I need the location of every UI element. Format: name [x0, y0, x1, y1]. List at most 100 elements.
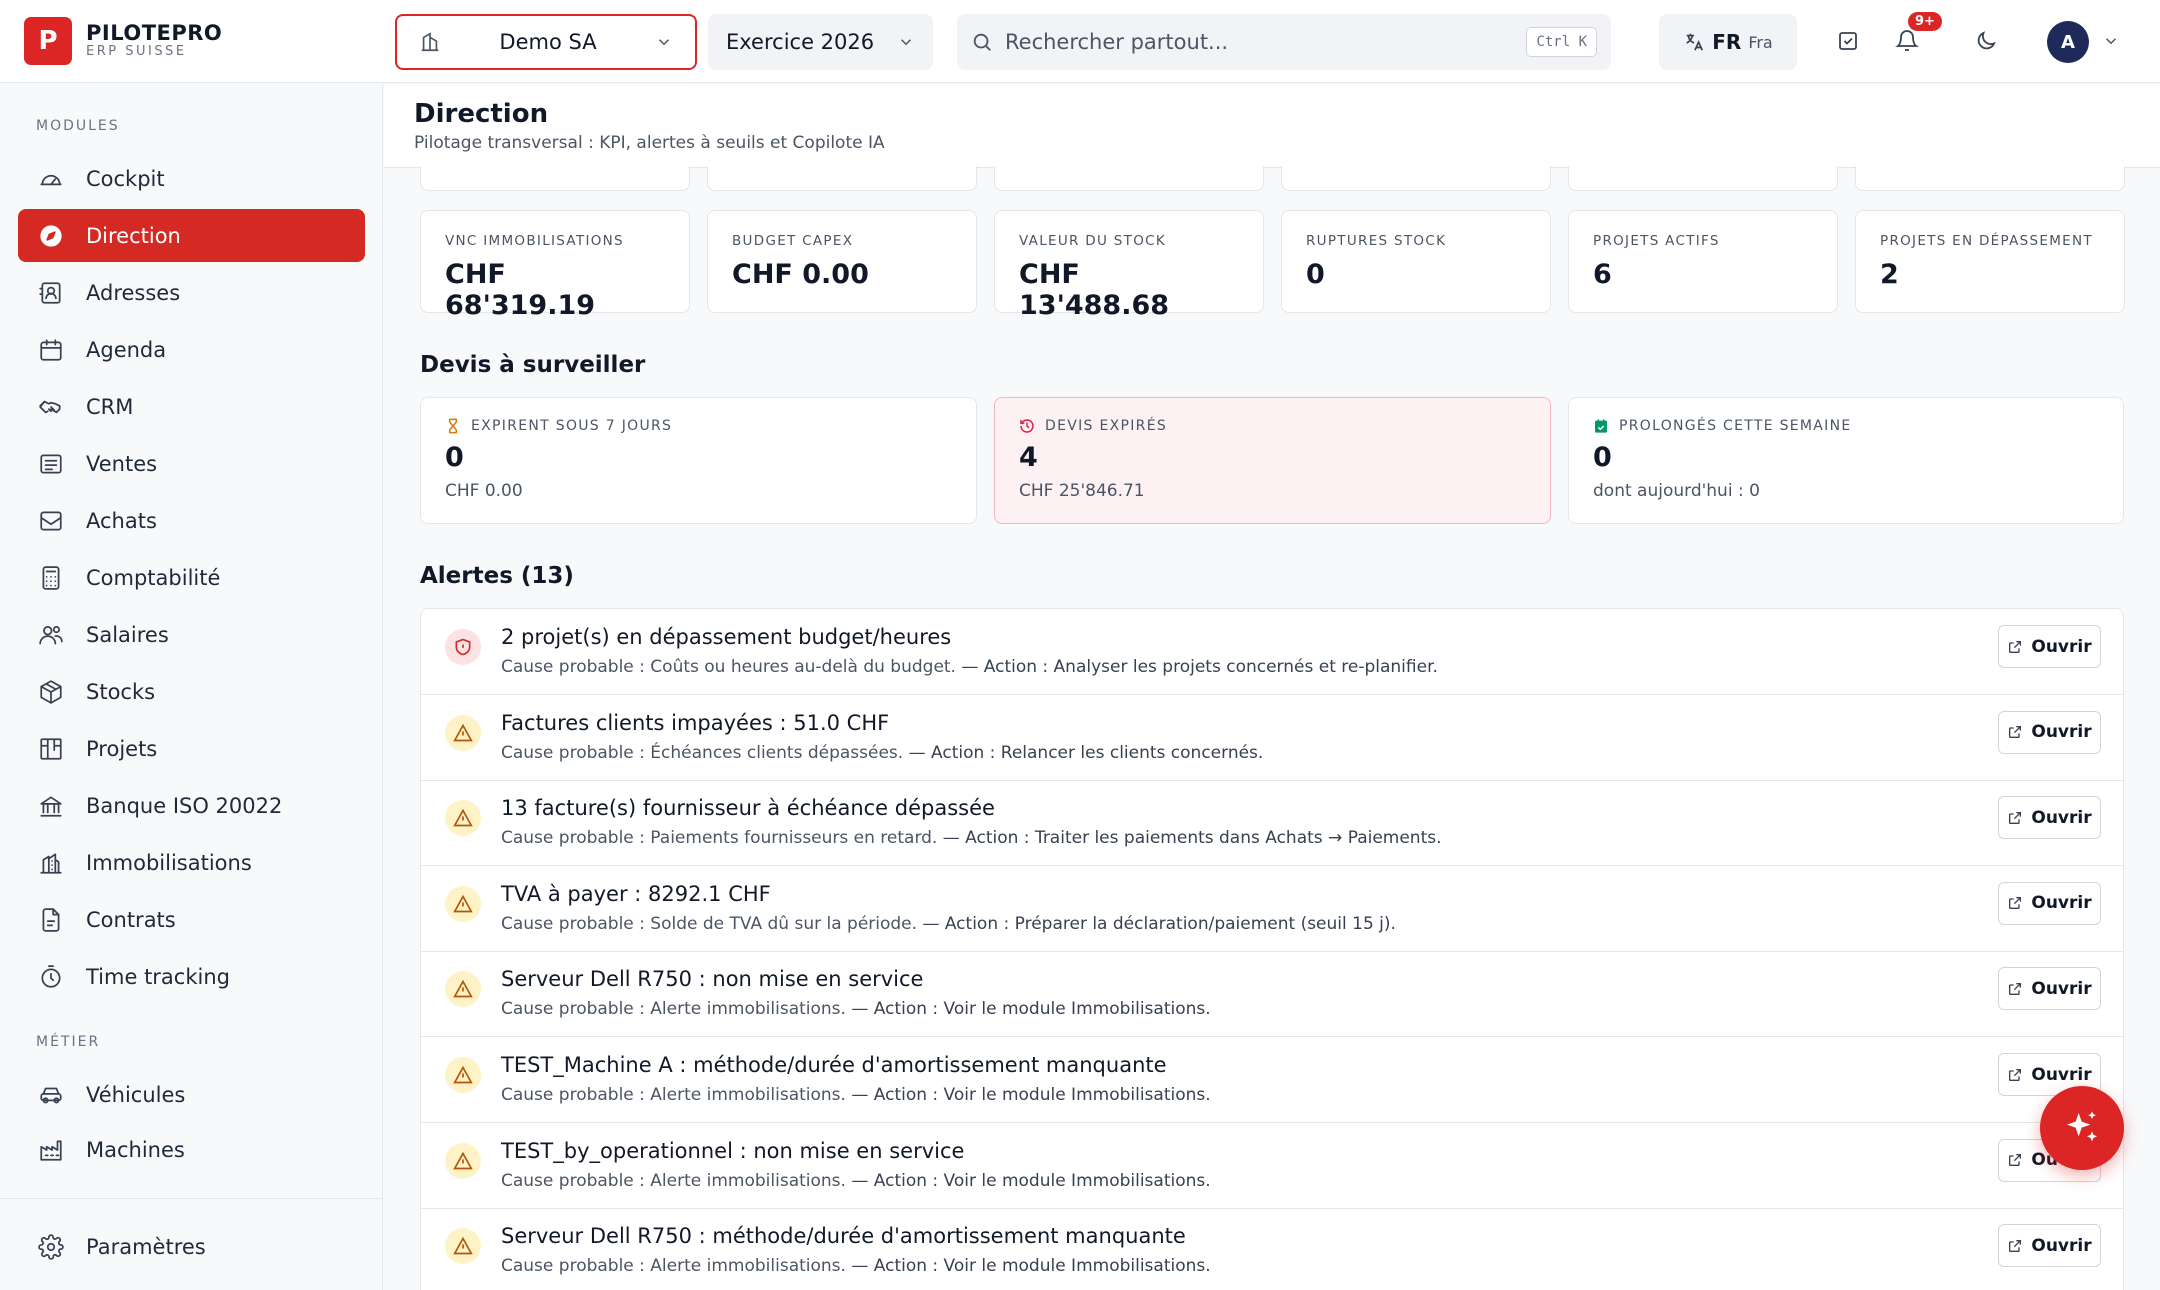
calculator-icon [36, 563, 66, 593]
sidebar-item-label: Adresses [86, 280, 181, 305]
factory-icon [36, 1135, 66, 1165]
devis-card-sub: dont aujourd'hui : 0 [1593, 481, 1760, 501]
sidebar-item-label: Salaires [86, 622, 169, 647]
sidebar-item-banque-iso-20022[interactable]: Banque ISO 20022 [18, 779, 365, 832]
alerts-list: 2 projet(s) en dépassement budget/heures… [420, 608, 2124, 1290]
car-icon [36, 1080, 66, 1110]
kpi-card-partial [707, 166, 977, 191]
external-link-icon [2007, 810, 2023, 826]
kpi-card[interactable]: BUDGET CAPEX CHF 0.00 [707, 210, 977, 313]
warning-icon [445, 1057, 481, 1093]
sidebar-item-contrats[interactable]: Contrats [18, 893, 365, 946]
sidebar-item-crm[interactable]: CRM [18, 380, 365, 433]
alert-cause: Cause probable : Alerte immobilisations. [501, 1085, 846, 1105]
global-search[interactable]: Ctrl K [957, 14, 1611, 70]
kpi-label: VNC IMMOBILISATIONS [445, 233, 624, 249]
sidebar-item-cockpit[interactable]: Cockpit [18, 152, 365, 205]
kpi-card[interactable]: VALEUR DU STOCK CHF 13'488.68 [994, 210, 1264, 321]
sidebar-item-label: Contrats [86, 907, 176, 932]
search-icon [971, 31, 993, 53]
sidebar-item-label: Banque ISO 20022 [86, 793, 283, 818]
devis-extended-card[interactable]: PROLONGÉS CETTE SEMAINE 0 dont aujourd'h… [1568, 397, 2124, 524]
tasks-button[interactable] [1829, 22, 1867, 60]
alert-title: Serveur Dell R750 : non mise en service [501, 967, 924, 992]
sidebar-item-agenda[interactable]: Agenda [18, 323, 365, 376]
devis-card-label: PROLONGÉS CETTE SEMAINE [1619, 418, 1852, 434]
alert-title: TVA à payer : 8292.1 CHF [501, 881, 771, 906]
search-shortcut: Ctrl K [1526, 27, 1597, 57]
alert-open-button[interactable]: Ouvrir [1998, 796, 2101, 840]
bank-icon [36, 791, 66, 821]
alert-open-button[interactable]: Ouvrir [1998, 881, 2101, 925]
sidebar-item-comptabilite[interactable]: Comptabilité [18, 551, 365, 604]
alert-open-label: Ouvrir [2031, 636, 2092, 657]
kpi-card[interactable]: VNC IMMOBILISATIONS CHF 68'319.19 [420, 210, 690, 321]
fiscal-year-select[interactable]: Exercice 2026 [708, 14, 933, 70]
external-link-icon [2007, 724, 2023, 740]
avatar[interactable]: A [2047, 21, 2089, 63]
sidebar-item-label: Direction [86, 223, 181, 248]
kpi-card-partial [1281, 166, 1551, 191]
alert-open-label: Ouvrir [2031, 807, 2092, 828]
sidebar-item-label: Ventes [86, 451, 158, 476]
alert-description: Cause probable : Alerte immobilisations.… [501, 1085, 1211, 1105]
sidebar-item-salaires[interactable]: Salaires [18, 608, 365, 661]
sidebar-divider [0, 1198, 383, 1199]
alert-row: Factures clients impayées : 51.0 CHF Caus… [421, 695, 2123, 781]
language-name: Fra [1748, 32, 1773, 52]
sidebar-item-adresses[interactable]: Adresses [18, 266, 365, 319]
company-select[interactable]: Demo SA [395, 14, 697, 70]
sidebar-item-machines[interactable]: Machines [18, 1123, 365, 1176]
devis-card-value: 0 [445, 442, 464, 473]
sidebar-item-label: Comptabilité [86, 565, 221, 590]
theme-toggle[interactable] [1967, 22, 2005, 60]
alert-action: — Action : Analyser les projets concerné… [955, 657, 1438, 677]
alert-row: 2 projet(s) en dépassement budget/heures… [421, 609, 2123, 695]
sidebar-item-label: CRM [86, 394, 134, 419]
alert-open-label: Ouvrir [2031, 893, 2092, 914]
devis-expired-card[interactable]: DEVIS EXPIRÉS 4 CHF 25'846.71 [994, 397, 1551, 524]
sidebar-item-immobilisations[interactable]: Immobilisations [18, 836, 365, 889]
external-link-icon [2007, 981, 2023, 997]
chevron-down-icon [2102, 32, 2120, 50]
sidebar-item-projets[interactable]: Projets [18, 722, 365, 775]
sidebar-item-direction[interactable]: Direction [18, 209, 365, 262]
devis-section-title: Devis à surveiller [420, 352, 646, 378]
alert-row: TEST_by_operationnel : non mise en servi… [421, 1123, 2123, 1209]
language-select[interactable]: FR Fra [1659, 14, 1797, 70]
kpi-label: RUPTURES STOCK [1306, 233, 1447, 249]
inbox-icon [36, 506, 66, 536]
page-title: Direction [414, 99, 549, 129]
devis-expiring-card[interactable]: EXPIRENT SOUS 7 JOURS 0 CHF 0.00 [420, 397, 977, 524]
sidebar-item-label: Achats [86, 508, 157, 533]
alert-title: TEST_Machine A : méthode/durée d'amortis… [501, 1053, 1167, 1077]
receipt-icon [36, 449, 66, 479]
sidebar-item-parametres[interactable]: Paramètres [18, 1220, 365, 1273]
external-link-icon [2007, 1152, 2023, 1168]
alert-open-button[interactable]: Ouvrir [1998, 625, 2101, 668]
ai-copilot-button[interactable] [2040, 1086, 2124, 1170]
sidebar-item-stocks[interactable]: Stocks [18, 665, 365, 718]
sidebar-item-achats[interactable]: Achats [18, 494, 365, 547]
search-input[interactable] [1005, 30, 1515, 54]
sidebar-item-ventes[interactable]: Ventes [18, 437, 365, 490]
alert-open-button[interactable]: Ouvrir [1998, 1224, 2101, 1268]
user-menu-toggle[interactable] [2092, 22, 2130, 60]
sidebar-item-time-tracking[interactable]: Time tracking [18, 950, 365, 1003]
kpi-card[interactable]: RUPTURES STOCK 0 [1281, 210, 1551, 313]
sidebar-item-vehicules[interactable]: Véhicules [18, 1068, 365, 1121]
sidebar-item-label: Stocks [86, 679, 156, 704]
alert-open-button[interactable]: Ouvrir [1998, 710, 2101, 754]
alert-description: Cause probable : Alerte immobilisations.… [501, 1171, 1211, 1191]
sidebar-section-modules: MODULES [36, 118, 120, 134]
language-code: FR [1712, 30, 1742, 54]
calendar-check-icon [1593, 418, 1609, 434]
kpi-card[interactable]: PROJETS ACTIFS 6 [1568, 210, 1838, 313]
alert-open-button[interactable]: Ouvrir [1998, 967, 2101, 1011]
chevron-down-icon [897, 33, 915, 51]
brand[interactable]: P PILOTEPRO ERP SUISSE [24, 17, 222, 65]
kpi-card[interactable]: PROJETS EN DÉPASSEMENT 2 [1855, 210, 2125, 313]
devis-card-label: DEVIS EXPIRÉS [1045, 418, 1168, 434]
alert-row: TEST_Machine A : méthode/durée d'amortis… [421, 1037, 2123, 1123]
alert-description: Cause probable : Alerte immobilisations.… [501, 1256, 1211, 1276]
